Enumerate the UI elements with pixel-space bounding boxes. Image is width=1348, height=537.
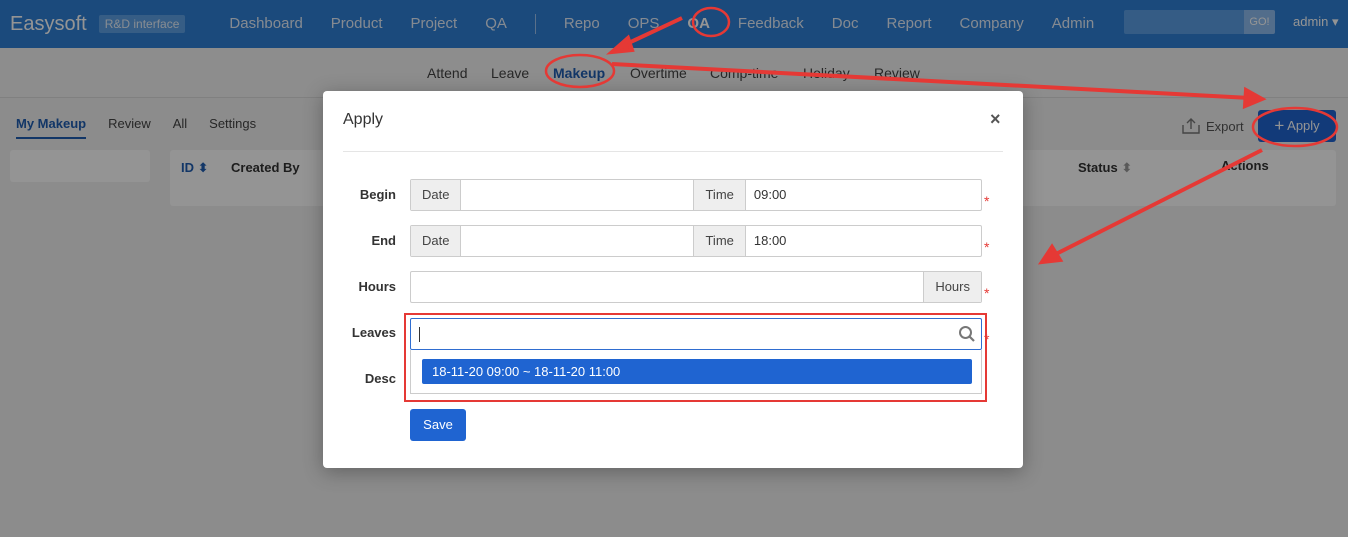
begin-time-addon: Time — [693, 180, 746, 210]
begin-label: Begin — [359, 187, 396, 202]
apply-modal: Apply × Begin Date Time 09:00 * End Date… — [323, 91, 1023, 468]
begin-date-input[interactable] — [461, 180, 693, 210]
required-mark: * — [984, 239, 990, 255]
end-group: Date Time 18:00 — [410, 225, 982, 257]
modal-divider — [343, 151, 1003, 152]
end-time-input[interactable]: 18:00 — [746, 226, 981, 256]
hours-input[interactable] — [411, 272, 923, 302]
end-date-addon: Date — [411, 226, 462, 256]
desc-label: Desc — [364, 371, 396, 386]
hours-addon: Hours — [923, 272, 981, 302]
hours-group: Hours — [410, 271, 982, 303]
end-time-addon: Time — [693, 226, 746, 256]
required-mark: * — [984, 193, 990, 209]
hours-label: Hours — [358, 279, 396, 294]
begin-group: Date Time 09:00 — [410, 179, 982, 211]
begin-time-input[interactable]: 09:00 — [746, 180, 981, 210]
end-date-input[interactable] — [461, 226, 693, 256]
modal-title: Apply — [343, 111, 384, 128]
annotation-highlight-box — [404, 313, 987, 402]
leaves-label: Leaves — [351, 325, 396, 340]
end-label: End — [371, 233, 396, 248]
save-button[interactable]: Save — [410, 409, 466, 441]
begin-date-addon: Date — [411, 180, 462, 210]
close-icon[interactable]: × — [990, 109, 1001, 130]
required-mark: * — [984, 285, 990, 301]
